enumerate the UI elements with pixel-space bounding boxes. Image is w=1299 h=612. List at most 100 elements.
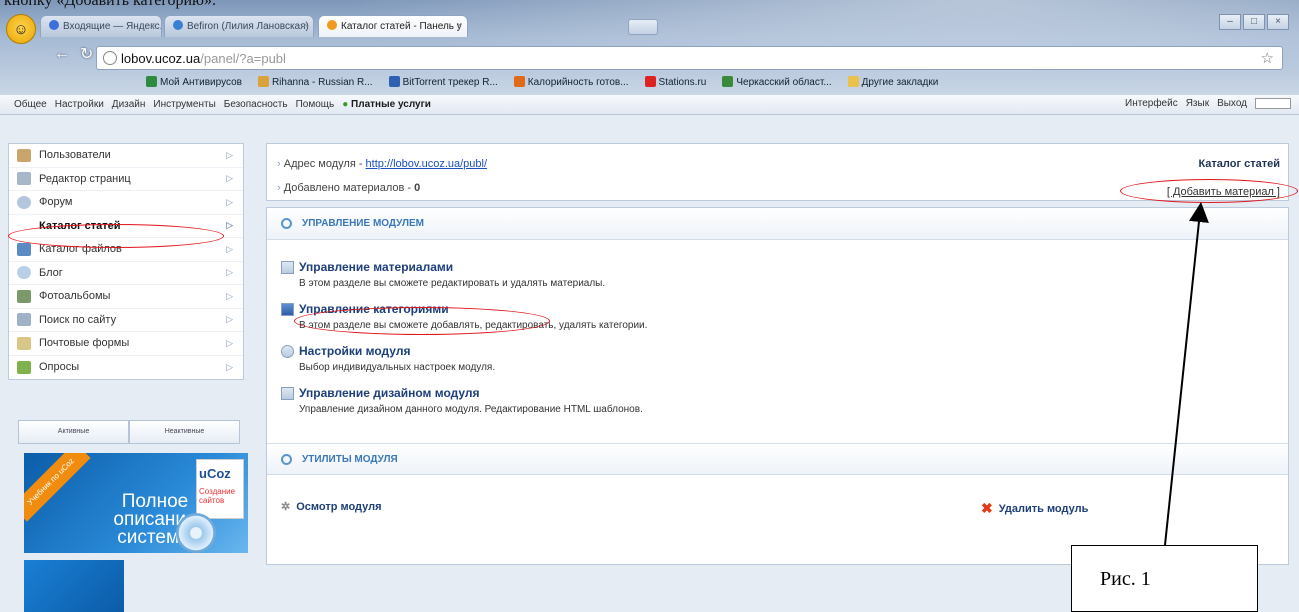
bookmarks-bar: Мой Антивирусов Rihanna - Russian R... B… [146,76,938,88]
sidebar-item-articles[interactable]: Каталог статей ▷ [9,215,243,238]
module-address-link[interactable]: http://lobov.ucoz.ua/publ/ [366,158,488,170]
bookmark-item[interactable]: Калорийность готов... [513,76,629,88]
section-module-utilities: УТИЛИТЫ МОДУЛЯ [267,443,1288,475]
view-module-link[interactable]: ✲ Осмотр модуля [281,500,382,514]
section-module-management: УПРАВЛЕНИЕ МОДУЛЕМ [267,208,1288,240]
promo-banner[interactable] [24,560,124,612]
tab-befiron[interactable]: Befiron (Лилия Лановская) × [164,15,314,37]
bookmark-item[interactable]: Черкасский област... [722,76,832,88]
menu-help[interactable]: Помощь [296,99,335,110]
bookmark-item[interactable]: Другие закладки [847,76,938,88]
menu-design[interactable]: Дизайн [112,99,146,110]
module-info-box: Адрес модуля - http://lobov.ucoz.ua/publ… [266,143,1289,201]
sidebar-item-polls[interactable]: Опросы ▷ [9,356,243,380]
address-bar[interactable]: lobov.ucoz.ua/panel/?a=publ ☆ [96,46,1283,70]
bookmark-item[interactable]: Rihanna - Russian R... [257,76,373,88]
cd-disc-icon [176,513,216,553]
menu-settings[interactable]: Настройки [55,99,104,110]
maximize-icon[interactable]: □ [1243,14,1265,30]
browser-chrome: ☺ Входящие — Яндекс.Почта× Befiron (Лили… [0,0,1299,95]
chevron-right-icon: ▷ [226,149,233,160]
tab-catalog[interactable]: Каталог статей - Панель у × [318,15,468,37]
menu-tools[interactable]: Инструменты [153,99,215,110]
bookmark-item[interactable]: BitTorrent трекер R... [388,76,498,88]
mail-form-icon [17,336,31,350]
photo-icon [17,289,31,303]
close-icon[interactable]: × [151,20,156,30]
module-address-row: Адрес модуля - http://lobov.ucoz.ua/publ… [277,158,487,170]
chevron-right-icon: ▷ [226,196,233,207]
module-management-panel: УПРАВЛЕНИЕ МОДУЛЕМ Управление материалам… [266,207,1289,565]
close-icon[interactable]: × [457,20,462,30]
menu-paid-services[interactable]: Платные услуги [342,99,431,110]
sidebar-item-users[interactable]: Пользователи ▷ [9,144,243,168]
tab-mail[interactable]: Входящие — Яндекс.Почта× [40,15,162,37]
module-menu: Пользователи ▷ Редактор страниц ▷ Форум ▷ К… [8,143,244,380]
module-design-link[interactable]: Управление дизайном модуля [281,386,643,400]
panel-right-controls: Интерфейс Язык Выход [1125,98,1291,109]
close-window-icon[interactable]: × [1267,14,1289,30]
back-icon[interactable]: ← [54,45,70,63]
menu-general[interactable]: Общее [14,99,47,110]
users-icon [17,148,31,162]
sidebar-item-photos[interactable]: Фотоальбомы ▷ [9,285,243,309]
minimize-icon[interactable]: – [1219,14,1241,30]
gear-icon [281,344,294,358]
materials-icon [281,260,294,274]
sidebar-item-page-editor[interactable]: Редактор страниц ▷ [9,168,243,191]
interface-link[interactable]: Интерфейс [1125,98,1178,109]
bookmark-item[interactable]: Stations.ru [644,76,706,88]
mail-icon [49,20,59,30]
poll-chart-icon [17,360,31,374]
close-icon[interactable]: × [303,20,308,30]
entry-module-design: Управление дизайном модуля Управление ди… [281,386,643,415]
module-title: Каталог статей [1198,158,1280,170]
chevron-right-icon: ▷ [226,314,233,325]
sidebar-item-files[interactable]: Каталог файлов ▷ [9,238,243,262]
new-tab-button[interactable] [628,19,658,35]
chevron-right-icon: ▷ [226,337,233,348]
delete-x-icon: ✖ [981,500,993,516]
design-icon [281,386,294,400]
window-controls: – □ × [1219,14,1289,30]
sidebar-item-mailforms[interactable]: Почтовые формы ▷ [9,332,243,356]
panel-menu-bar: Общее Настройки Дизайн Инструменты Безоп… [0,95,1299,115]
profile-avatar-icon[interactable]: ☺ [6,14,36,44]
tab-active-modules[interactable]: Активные [18,420,129,444]
articles-icon [17,219,31,233]
reload-icon[interactable]: ↻ [80,44,93,64]
materials-count-row: Добавлено материалов - 0 [277,182,421,194]
add-material-link[interactable]: [ Добавить материал ] [1167,186,1280,198]
files-icon [17,242,31,256]
sidebar: Пользователи ▷ Редактор страниц ▷ Форум ▷ К… [0,115,256,612]
module-settings-link[interactable]: Настройки модуля [281,344,495,358]
tab-inactive-modules[interactable]: Неактивные [129,420,240,444]
entry-module-settings: Настройки модуля Выбор индивидуальных на… [281,344,495,373]
sidebar-item-search[interactable]: Поиск по сайту ▷ [9,309,243,332]
categories-icon [281,302,294,316]
blog-icon [17,266,31,280]
chevron-right-icon: ▷ [226,220,233,231]
chevron-right-icon: ▷ [226,243,233,254]
sidebar-item-forum[interactable]: Форум ▷ [9,191,243,215]
exit-link[interactable]: Выход [1217,98,1247,109]
language-link[interactable]: Язык [1186,98,1209,109]
search-icon [17,313,31,327]
site-icon [173,20,183,30]
panel-toggle[interactable] [1255,98,1291,109]
forum-icon [17,195,31,209]
module-status-tabs: Активные Неактивные [18,420,240,444]
manage-categories-link[interactable]: Управление категориями [281,302,647,316]
view-icon: ✲ [281,501,291,513]
chevron-right-icon: ▷ [226,267,233,278]
delete-module-link[interactable]: ✖ Удалить модуль [981,500,1088,517]
main-content: Адрес модуля - http://lobov.ucoz.ua/publ… [256,115,1299,612]
entry-manage-materials: Управление материалами В этом разделе вы… [281,260,605,289]
manage-materials-link[interactable]: Управление материалами [281,260,605,274]
menu-security[interactable]: Безопасность [224,99,288,110]
sidebar-item-blog[interactable]: Блог ▷ [9,262,243,285]
chevron-right-icon: ▷ [226,361,233,372]
bookmark-item[interactable]: Мой Антивирусов [146,76,242,88]
ucoz-manual-banner[interactable]: Учебник по uCoz Полное описание системы … [24,453,248,553]
bookmark-star-icon[interactable]: ☆ [1261,49,1274,67]
